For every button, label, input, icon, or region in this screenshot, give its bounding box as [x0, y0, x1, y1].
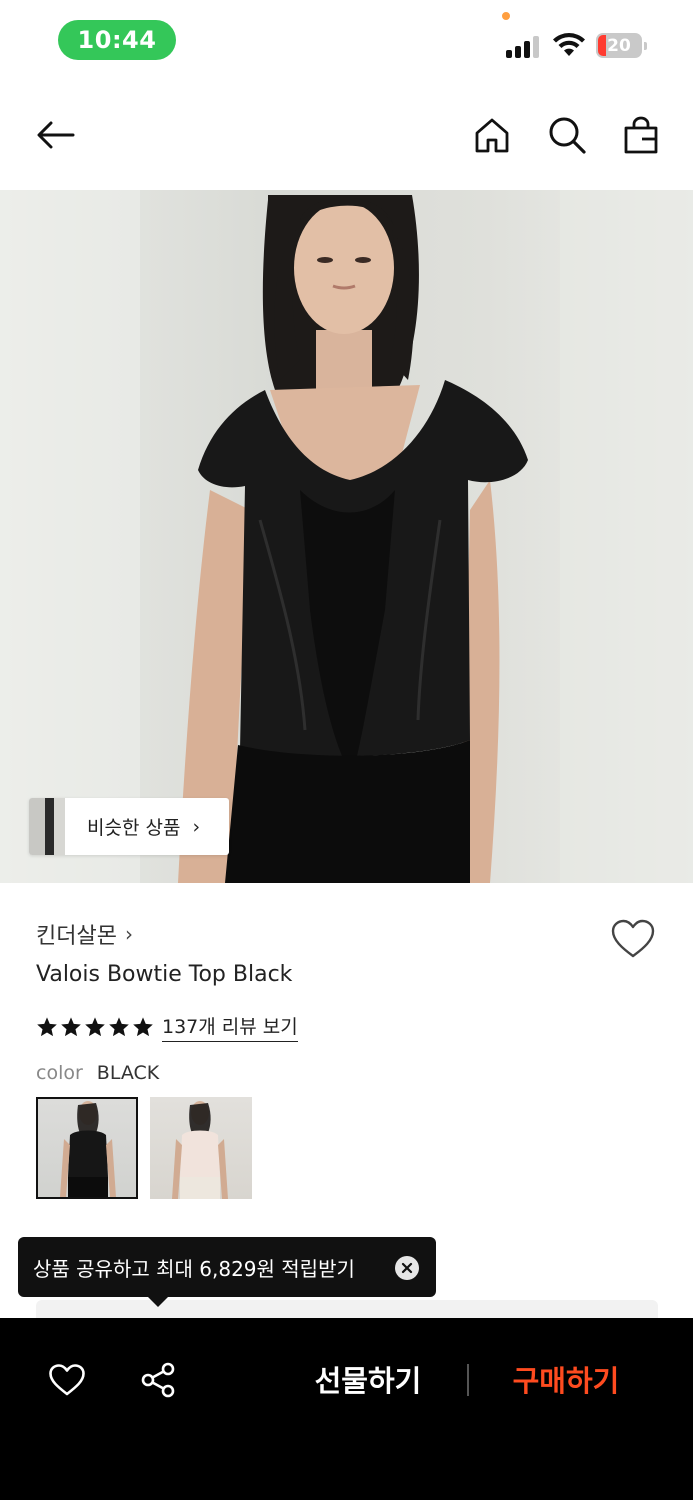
rating-stars — [36, 1016, 154, 1038]
rating-row: 137개 리뷰 보기 — [36, 1012, 298, 1042]
review-link[interactable]: 137개 리뷰 보기 — [162, 1012, 298, 1042]
shopping-bag-icon[interactable] — [620, 114, 662, 156]
star-icon — [61, 1017, 81, 1037]
battery-level: 20 — [607, 35, 631, 56]
back-arrow-icon[interactable] — [35, 114, 77, 156]
status-bar: 10:44 20 — [0, 0, 693, 80]
product-name: Valois Bowtie Top Black — [36, 962, 293, 987]
similar-products-thumbnail — [29, 798, 65, 855]
status-time: 10:44 — [58, 20, 176, 60]
share-reward-tooltip: 상품 공유하고 최대 6,829원 적립받기 — [18, 1237, 436, 1297]
star-icon — [85, 1017, 105, 1037]
gift-button[interactable]: 선물하기 — [300, 1356, 436, 1402]
chevron-right-icon: › — [124, 922, 133, 946]
swatch-ivory-image — [172, 1101, 228, 1199]
buy-button[interactable]: 구매하기 — [498, 1356, 634, 1402]
swatch-black-image — [60, 1101, 116, 1197]
share-icon[interactable] — [138, 1360, 178, 1400]
star-icon — [109, 1017, 129, 1037]
battery-icon: 20 — [596, 33, 647, 58]
color-value: BLACK — [96, 1062, 160, 1084]
privacy-indicator-dot — [502, 12, 510, 20]
button-divider — [467, 1364, 469, 1396]
top-navigation — [0, 100, 693, 176]
cellular-signal-icon — [506, 34, 542, 58]
bottom-action-bar: 선물하기 구매하기 — [0, 1318, 693, 1500]
brand-link[interactable]: 킨더살몬 › — [36, 918, 133, 950]
similar-products-button[interactable]: 비슷한 상품 › — [29, 798, 229, 855]
color-swatch-black[interactable] — [36, 1097, 138, 1199]
model-illustration — [0, 190, 693, 883]
brand-name: 킨더살몬 — [36, 924, 117, 949]
chevron-right-icon: › — [192, 815, 201, 838]
wishlist-heart-icon[interactable] — [610, 918, 656, 960]
close-icon[interactable] — [395, 1256, 419, 1280]
star-icon — [133, 1017, 153, 1037]
wifi-icon — [553, 33, 585, 56]
star-icon — [37, 1017, 57, 1037]
color-swatch-ivory[interactable] — [150, 1097, 252, 1199]
search-icon[interactable] — [546, 114, 588, 156]
heart-icon[interactable] — [47, 1360, 87, 1400]
color-row: color BLACK — [36, 1062, 159, 1084]
similar-products-label: 비슷한 상품 — [87, 817, 181, 839]
home-icon[interactable] — [471, 114, 513, 156]
product-hero-image[interactable]: 비슷한 상품 › — [0, 190, 693, 883]
tooltip-pointer — [148, 1297, 168, 1307]
tooltip-text: 상품 공유하고 최대 6,829원 적립받기 — [33, 1256, 355, 1281]
color-label: color — [36, 1062, 83, 1084]
